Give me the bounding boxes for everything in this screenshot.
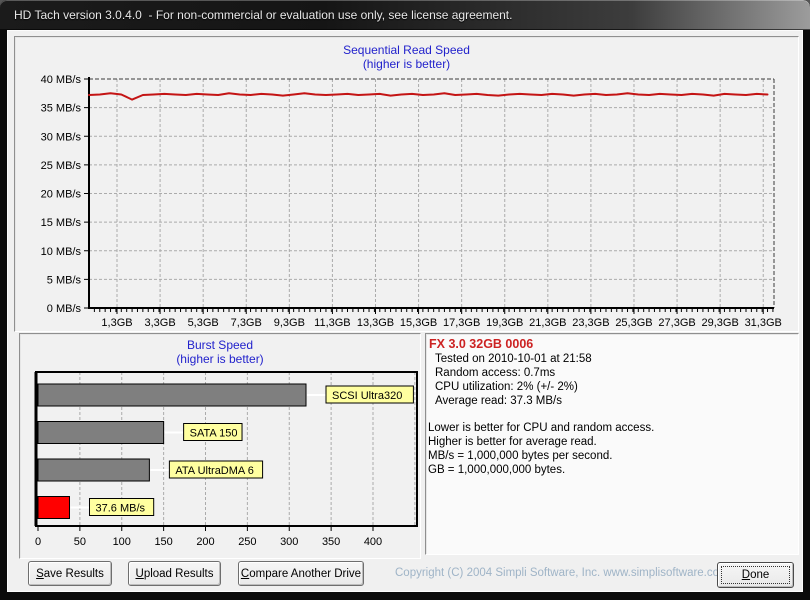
burst-bar [37, 421, 165, 444]
x-tick-label: 19,3GB [486, 317, 523, 329]
window-title: HD Tach version 3.0.4.0 - For non-commer… [14, 8, 513, 22]
burst-chart-panel: Burst Speed (higher is better) SCSI Ultr… [19, 333, 421, 559]
info-gap [426, 408, 798, 421]
save-results-button[interactable]: Save Results [28, 561, 112, 586]
x-tick-label: 3,3GB [144, 317, 175, 329]
drive-stat-line: Tested on 2010-10-01 at 21:58 [435, 353, 592, 365]
content-frame: Sequential Read Speed (higher is better)… [7, 30, 803, 592]
x-tick-label: 200 [196, 536, 214, 548]
x-tick-label: 250 [238, 536, 256, 548]
burst-bar [37, 383, 307, 407]
y-tick-label: 30 MB/s [41, 131, 82, 143]
y-tick-label: 25 MB/s [41, 160, 82, 172]
copyright-text: Copyright (C) 2004 Simpli Software, Inc.… [395, 567, 729, 579]
x-tick-label: 31,3GB [745, 317, 782, 329]
info-note-line: Higher is better for average read. [428, 436, 597, 448]
upload-results-button[interactable]: Upload Results [128, 561, 221, 586]
drive-stats: Tested on 2010-10-01 at 21:58 Random acce… [426, 352, 798, 408]
info-note-line: GB = 1,000,000,000 bytes. [428, 464, 566, 476]
x-tick-label: 17,3GB [443, 317, 480, 329]
bar-label-text: 37.6 MB/s [95, 503, 145, 515]
info-notes: Lower is better for CPU and random acces… [426, 421, 798, 477]
y-tick-label: 40 MB/s [41, 74, 82, 86]
bar-label-text: ATA UltraDMA 6 [175, 465, 253, 477]
x-tick-label: 300 [280, 536, 298, 548]
drive-info-panel: FX 3.0 32GB 0006 Tested on 2010-10-01 at… [425, 333, 799, 555]
drive-stat-line: Random access: 0.7ms [435, 367, 556, 379]
bar-label-text: SATA 150 [190, 428, 238, 440]
y-tick-label: 15 MB/s [41, 217, 82, 229]
x-tick-label: 1,3GB [101, 317, 132, 329]
info-note-line: Lower is better for CPU and random acces… [428, 422, 655, 434]
sequential-chart-panel: Sequential Read Speed (higher is better)… [14, 36, 799, 332]
drive-stat-line: Average read: 37.3 MB/s [435, 395, 562, 407]
y-tick-label: 5 MB/s [47, 274, 82, 286]
bar-label-text: SCSI Ultra320 [332, 390, 402, 402]
info-note-line: MB/s = 1,000,000 bytes per second. [428, 450, 613, 462]
x-tick-label: 21,3GB [529, 317, 566, 329]
x-tick-label: 150 [154, 536, 172, 548]
y-tick-label: 35 MB/s [41, 103, 82, 115]
y-tick-label: 20 MB/s [41, 189, 82, 201]
burst-bar [37, 496, 70, 519]
compare-another-drive-button[interactable]: Compare Another Drive [238, 561, 364, 586]
app-window: HD Tach version 3.0.4.0 - For non-commer… [0, 0, 810, 600]
x-tick-label: 25,3GB [615, 317, 652, 329]
x-tick-label: 15,3GB [400, 317, 437, 329]
sequential-read-chart: 0 MB/s 5 MB/s 10 MB/s 15 MB/s 20 MB/s 25 MB/s… [41, 74, 782, 329]
x-tick-label: 27,3GB [658, 317, 695, 329]
x-tick-label: 350 [322, 536, 340, 548]
read-speed-line [88, 92, 769, 101]
title-bar[interactable]: HD Tach version 3.0.4.0 - For non-commer… [0, 0, 810, 30]
x-tick-label: 400 [364, 536, 382, 548]
x-tick-label: 13,3GB [357, 317, 394, 329]
x-tick-label: 7,3GB [231, 317, 262, 329]
drive-name: FX 3.0 32GB 0006 [429, 337, 534, 351]
x-tick-label: 11,3GB [314, 317, 351, 329]
x-tick-label: 5,3GB [188, 317, 219, 329]
done-button[interactable]: Done [717, 562, 794, 588]
y-tick-label: 0 MB/s [47, 303, 82, 315]
x-tick-label: 0 [35, 536, 41, 548]
burst-speed-chart: SCSI Ultra320 SATA 150 ATA UltraDMA 6 37.6 … [34, 371, 418, 548]
burst-bar [37, 458, 150, 482]
x-tick-label: 9,3GB [274, 317, 305, 329]
x-tick-label: 29,3GB [701, 317, 738, 329]
x-tick-label: 50 [74, 536, 86, 548]
drive-stat-line: CPU utilization: 2% (+/- 2%) [435, 381, 578, 393]
x-tick-label: 100 [113, 536, 131, 548]
x-tick-label: 23,3GB [572, 317, 609, 329]
y-tick-label: 10 MB/s [41, 246, 82, 258]
